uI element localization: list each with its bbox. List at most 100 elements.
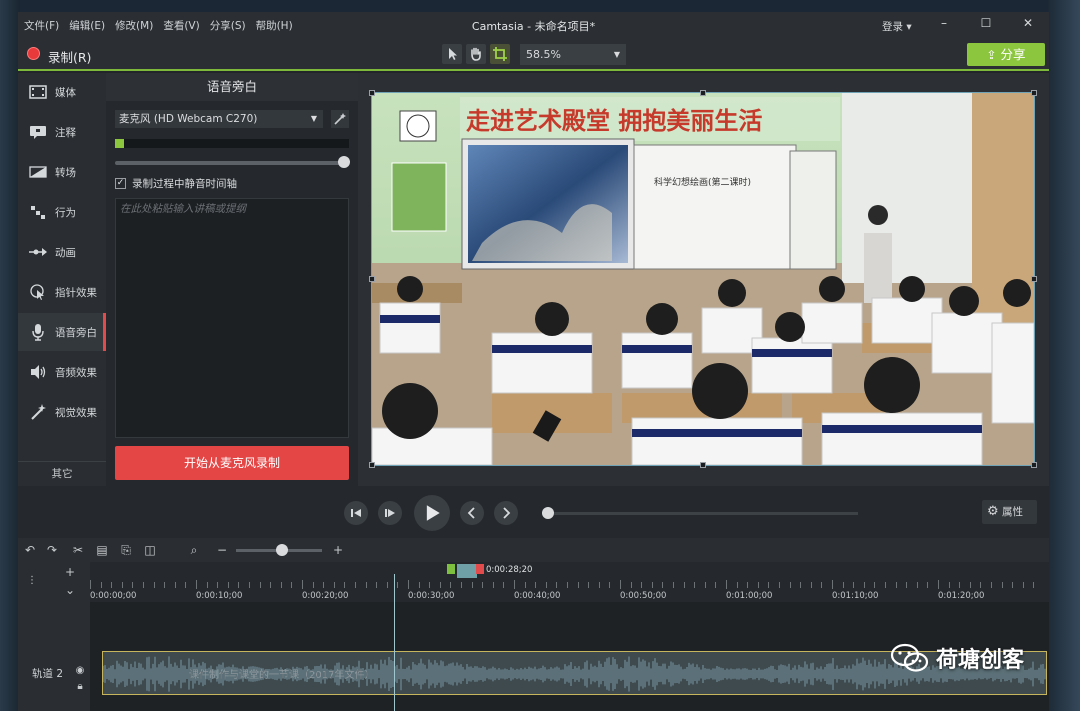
resize-handle[interactable] — [700, 90, 706, 96]
start-recording-button[interactable]: 开始从麦克风录制 — [115, 446, 349, 480]
menu-modify[interactable]: 修改(M) — [115, 18, 153, 33]
ruler-tick — [132, 582, 134, 588]
properties-button[interactable]: ⚙ 属性 — [982, 500, 1037, 524]
resize-handle[interactable] — [369, 462, 375, 468]
ruler-tick — [227, 582, 229, 588]
ruler-tick — [651, 582, 653, 588]
next-marker-button[interactable] — [494, 501, 518, 525]
selection-end-marker[interactable] — [476, 564, 484, 574]
step-forward-button[interactable] — [378, 501, 402, 525]
playback-scrubber[interactable] — [542, 507, 858, 519]
ruler-tick — [121, 582, 123, 588]
sidebar-item-voice-narration[interactable]: 语音旁白 — [18, 313, 106, 351]
preview-canvas[interactable]: 走进艺术殿堂 拥抱美丽生活 科学幻想绘画(第二课时) — [358, 73, 1049, 486]
menu-help[interactable]: 帮助(H) — [256, 18, 293, 33]
sidebar-item-label: 音频效果 — [55, 366, 97, 379]
sidebar-item-transitions[interactable]: 转场 — [18, 153, 106, 191]
copy-icon[interactable]: ▤ — [94, 542, 110, 558]
sidebar-item-animations[interactable]: 动画 — [18, 233, 106, 271]
share-button[interactable]: ⇪ 分享 — [967, 43, 1045, 66]
ruler-tick — [1001, 582, 1003, 588]
sidebar-item-label: 注释 — [55, 126, 76, 139]
step-back-button[interactable] — [344, 501, 368, 525]
sidebar-item-annotations[interactable]: 注释 — [18, 113, 106, 151]
menu-view[interactable]: 查看(V) — [163, 18, 199, 33]
input-volume-slider[interactable] — [115, 156, 350, 168]
hand-tool-icon[interactable] — [466, 44, 486, 64]
mic-settings-button[interactable] — [331, 110, 349, 128]
behavior-icon — [27, 201, 49, 223]
timeline-toolbar: ↶ ↷ ✂ ▤ ⎘ ◫ ⌕ − + — [18, 538, 1049, 562]
transition-icon — [27, 161, 49, 183]
ruler-tick — [259, 582, 261, 588]
playhead-line — [394, 574, 395, 711]
mute-timeline-option[interactable]: ✓ 录制过程中静音时间轴 — [115, 176, 237, 191]
resize-handle[interactable] — [700, 462, 706, 468]
ruler-tick — [959, 582, 961, 588]
script-textarea[interactable]: 在此处粘贴输入讲稿或提纲 — [115, 198, 349, 438]
resize-handle[interactable] — [369, 276, 375, 282]
sidebar-item-audio-effects[interactable]: 音频效果 — [18, 353, 106, 391]
track-labels: 轨道 2 ◉ 🔒︎ — [18, 602, 90, 711]
video-frame[interactable]: 走进艺术殿堂 拥抱美丽生活 科学幻想绘画(第二课时) — [369, 90, 1037, 468]
speaker-icon — [27, 361, 49, 383]
crop-tool-icon[interactable] — [490, 44, 510, 64]
sidebar-other-button[interactable]: 其它 — [18, 461, 106, 487]
cut-icon[interactable]: ✂ — [70, 542, 86, 558]
selection-start-marker[interactable] — [447, 564, 455, 574]
slider-knob[interactable] — [276, 544, 288, 556]
ruler-tick — [492, 582, 494, 588]
lock-icon[interactable]: 🔒︎ — [72, 678, 88, 694]
ruler-tick — [906, 582, 908, 588]
timeline-zoom-slider[interactable] — [236, 544, 322, 556]
sidebar-item-cursor-effects[interactable]: 指针效果 — [18, 273, 106, 311]
scrubber-knob[interactable] — [542, 507, 554, 519]
microphone-select[interactable]: 麦克风 (HD Webcam C270) ▼ — [115, 110, 323, 128]
mute-timeline-checkbox[interactable]: ✓ — [115, 178, 126, 189]
ruler-tick — [100, 582, 102, 588]
ruler-tick — [715, 582, 717, 588]
add-track-icon[interactable]: + — [62, 564, 78, 580]
playhead-handle[interactable] — [457, 564, 477, 578]
ruler-label: 0:01:00;00 — [726, 591, 773, 601]
previous-marker-button[interactable] — [460, 501, 484, 525]
ruler-tick — [885, 582, 886, 588]
timeline-ruler[interactable]: 0:00:28;20 0:00:00;00 0:00:10;00 0:00:20;0… — [90, 562, 1049, 602]
sidebar-item-media[interactable]: 媒体 — [18, 73, 106, 111]
resize-handle[interactable] — [1031, 276, 1037, 282]
zoom-in-icon[interactable]: + — [330, 542, 346, 558]
chevron-down-icon[interactable]: ⌄ — [62, 582, 78, 598]
menu-edit[interactable]: 编辑(E) — [69, 18, 105, 33]
ruler-tick — [736, 582, 738, 588]
eye-icon[interactable]: ◉ — [72, 662, 88, 678]
paste-icon[interactable]: ⎘ — [118, 542, 134, 558]
menu-file[interactable]: 文件(F) — [24, 18, 59, 33]
login-button[interactable]: 登录 ▾ — [882, 19, 912, 34]
close-button[interactable]: ✕ — [1014, 16, 1042, 34]
zoom-dropdown[interactable]: 58.5% ▼ — [520, 44, 626, 65]
play-button[interactable] — [414, 495, 450, 531]
record-dot-icon[interactable] — [27, 47, 40, 60]
menu-share[interactable]: 分享(S) — [210, 18, 246, 33]
ruler-tick — [397, 582, 399, 588]
resize-handle[interactable] — [1031, 462, 1037, 468]
track-name[interactable]: 轨道 2 — [32, 666, 63, 681]
sidebar-item-visual-effects[interactable]: 视觉效果 — [18, 393, 106, 431]
title-bar: 文件(F) 编辑(E) 修改(M) 查看(V) 分享(S) 帮助(H) Camt… — [18, 12, 1049, 39]
redo-icon[interactable]: ↷ — [44, 542, 60, 558]
slider-knob[interactable] — [338, 156, 350, 168]
pointer-tool-icon[interactable] — [442, 44, 462, 64]
undo-icon[interactable]: ↶ — [22, 542, 38, 558]
magnet-icon[interactable]: ⋮ — [24, 572, 40, 588]
minimize-button[interactable]: – — [930, 16, 958, 34]
maximize-button[interactable]: ☐ — [972, 16, 1000, 34]
ruler-label: 0:00:50;00 — [620, 591, 667, 601]
animation-icon — [27, 241, 49, 263]
resize-handle[interactable] — [1031, 90, 1037, 96]
zoom-search-icon: ⌕ — [190, 542, 198, 557]
sidebar-item-behaviors[interactable]: 行为 — [18, 193, 106, 231]
split-icon[interactable]: ◫ — [142, 542, 158, 558]
resize-handle[interactable] — [369, 90, 375, 96]
record-button[interactable]: 录制(R) — [48, 47, 91, 66]
zoom-out-icon[interactable]: − — [214, 542, 230, 558]
